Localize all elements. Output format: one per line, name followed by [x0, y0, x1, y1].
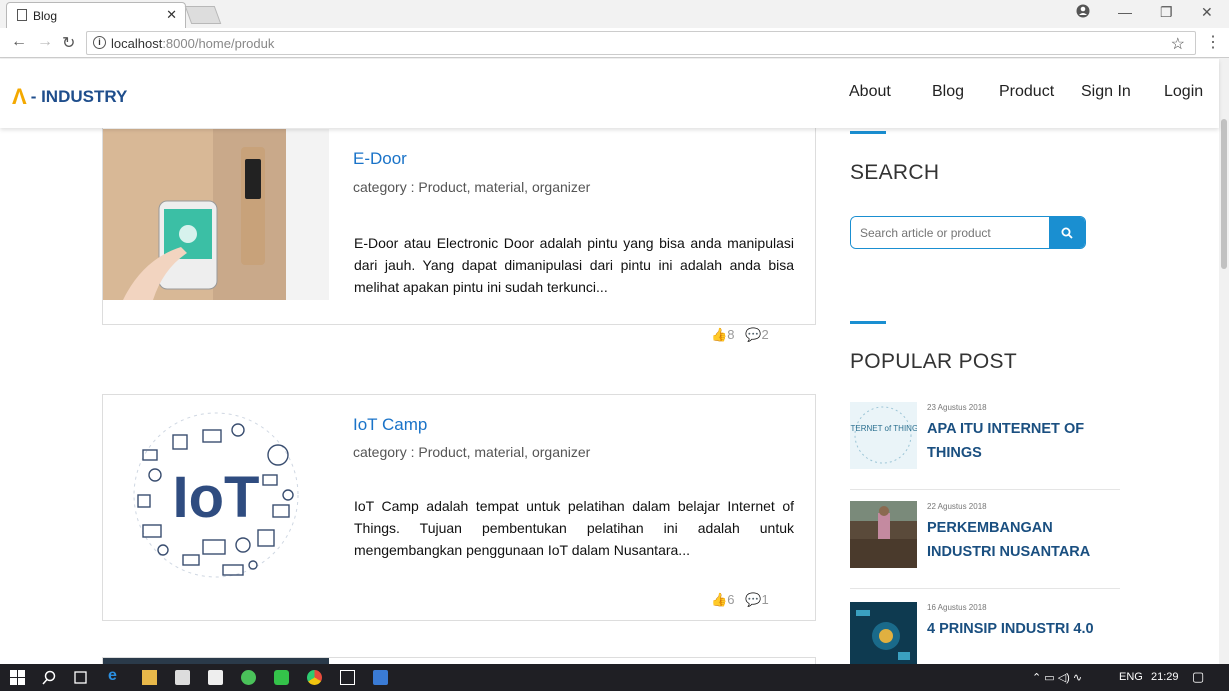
- page-scrollbar[interactable]: [1219, 59, 1229, 664]
- scrollbar-thumb[interactable]: [1221, 119, 1227, 269]
- store-icon[interactable]: [175, 670, 190, 685]
- tab-strip: Blog ✕ — ❐ ✕: [0, 0, 1229, 28]
- popular-heading: POPULAR POST: [850, 350, 1017, 373]
- close-window-icon[interactable]: ✕: [1201, 4, 1213, 21]
- page-icon: [17, 9, 27, 21]
- os-taskbar: e ⌃ ▭ ◁) ∿ ENG 21:29 ▢: [0, 664, 1229, 691]
- product-card: [102, 657, 816, 664]
- product-image-edoor[interactable]: [103, 129, 329, 300]
- menu-icon[interactable]: ⋮: [1205, 32, 1221, 52]
- app-icon[interactable]: [241, 670, 256, 685]
- search-input[interactable]: [851, 217, 1051, 248]
- chrome-icon[interactable]: [307, 670, 322, 685]
- post-stats: 👍8 💬2: [711, 327, 769, 343]
- url-path: :8000/home/produk: [162, 36, 275, 51]
- post-category: category : Product, material, organizer: [353, 179, 591, 195]
- svg-text:IoT: IoT: [173, 465, 260, 530]
- windows-start-icon[interactable]: [10, 670, 25, 685]
- section-accent-line: [850, 131, 886, 134]
- nav-blog[interactable]: Blog: [932, 83, 964, 101]
- popular-post-title[interactable]: PERKEMBANGAN INDUSTRI NUSANTARA: [927, 516, 1117, 564]
- popular-post-item[interactable]: 16 Agustus 2018 4 PRINSIP INDUSTRI 4.0: [850, 602, 1120, 664]
- like-count: 6: [727, 592, 735, 607]
- popular-post-date: 22 Agustus 2018: [927, 502, 987, 511]
- edge-icon[interactable]: e: [108, 667, 123, 684]
- word-icon[interactable]: [373, 670, 388, 685]
- url-host: localhost: [111, 36, 163, 51]
- comment-icon[interactable]: 💬: [745, 327, 761, 342]
- reload-icon[interactable]: ↻: [62, 33, 75, 53]
- minimize-icon[interactable]: —: [1118, 4, 1132, 20]
- url-input[interactable]: i localhost:8000/home/produk ☆: [86, 31, 1196, 55]
- post-title[interactable]: E-Door: [353, 149, 407, 169]
- search-icon: [1061, 227, 1073, 239]
- line-app-icon[interactable]: [274, 670, 289, 685]
- post-title[interactable]: IoT Camp: [353, 415, 427, 435]
- task-view-icon[interactable]: [73, 670, 88, 685]
- section-accent-line: [850, 321, 886, 324]
- tab-title: Blog: [33, 8, 58, 23]
- site-info-icon[interactable]: i: [93, 36, 106, 49]
- comment-count: 2: [761, 327, 769, 342]
- like-count: 8: [727, 327, 735, 342]
- search-box: [850, 216, 1086, 249]
- account-icon[interactable]: [1076, 4, 1090, 21]
- product-image-iot[interactable]: IoT: [103, 395, 329, 592]
- browser-tab[interactable]: Blog ✕: [6, 2, 186, 28]
- popular-post-title[interactable]: APA ITU INTERNET OF THINGS: [927, 417, 1117, 465]
- post-category: category : Product, material, organizer: [353, 444, 591, 460]
- like-icon[interactable]: 👍: [711, 327, 727, 342]
- browser-window: Blog ✕ — ❐ ✕ ← → ↻ i localhost:8000/home…: [0, 0, 1229, 691]
- popular-post-item[interactable]: 22 Agustus 2018 PERKEMBANGAN INDUSTRI NU…: [850, 501, 1120, 589]
- thumb-label: INTERNET of THINGS: [850, 424, 917, 433]
- tray-icons[interactable]: ⌃ ▭ ◁) ∿: [1032, 671, 1082, 684]
- popular-post-date: 16 Agustus 2018: [927, 603, 987, 612]
- popular-post-thumb: [850, 501, 917, 568]
- nav-login[interactable]: Login: [1164, 83, 1203, 101]
- search-heading: SEARCH: [850, 161, 940, 184]
- popular-post-thumb: INTERNET of THINGS: [850, 402, 917, 469]
- site-logo[interactable]: Λ - INDUSTRY: [12, 84, 127, 110]
- mail-icon[interactable]: [208, 670, 223, 685]
- popular-post-item[interactable]: INTERNET of THINGS 23 Agustus 2018 APA I…: [850, 402, 1120, 490]
- post-description: E-Door atau Electronic Door adalah pintu…: [354, 235, 794, 295]
- main-content: E-Door category : Product, material, org…: [0, 128, 1219, 664]
- clock[interactable]: 21:29: [1151, 671, 1179, 683]
- site-header: Λ - INDUSTRY About Blog Product Sign In …: [0, 59, 1219, 128]
- nav-about[interactable]: About: [849, 83, 891, 101]
- popular-post-thumb: [850, 602, 917, 664]
- search-icon[interactable]: [42, 670, 57, 685]
- nav-product[interactable]: Product: [999, 83, 1054, 101]
- product-card: IoT IoT Camp category : Product, materia…: [102, 394, 816, 621]
- bookmark-star-icon[interactable]: ☆: [1171, 34, 1185, 54]
- forward-icon[interactable]: →: [37, 33, 53, 51]
- language-indicator[interactable]: ENG: [1119, 671, 1143, 683]
- address-bar-row: ← → ↻ i localhost:8000/home/produk ☆ ⋮: [0, 28, 1229, 58]
- file-explorer-icon[interactable]: [142, 670, 157, 685]
- logo-text: - INDUSTRY: [30, 87, 128, 106]
- comment-count: 1: [761, 592, 769, 607]
- search-button[interactable]: [1049, 217, 1085, 248]
- comment-icon[interactable]: 💬: [745, 592, 761, 607]
- maximize-icon[interactable]: ❐: [1160, 4, 1173, 21]
- post-stats: 👍6 💬1: [711, 592, 769, 608]
- product-card: E-Door category : Product, material, org…: [102, 128, 816, 342]
- new-tab-button[interactable]: [184, 6, 222, 24]
- photos-icon[interactable]: [340, 670, 355, 685]
- popular-post-title[interactable]: 4 PRINSIP INDUSTRI 4.0: [927, 617, 1117, 641]
- close-tab-icon[interactable]: ✕: [166, 7, 177, 23]
- nav-sign-in[interactable]: Sign In: [1081, 83, 1131, 101]
- post-description: IoT Camp adalah tempat untuk pelatihan d…: [354, 498, 794, 558]
- logo-mark: Λ: [12, 84, 27, 109]
- back-icon[interactable]: ←: [11, 33, 27, 51]
- notification-icon[interactable]: ▢: [1192, 669, 1204, 685]
- popular-post-date: 23 Agustus 2018: [927, 403, 987, 412]
- like-icon[interactable]: 👍: [711, 592, 727, 607]
